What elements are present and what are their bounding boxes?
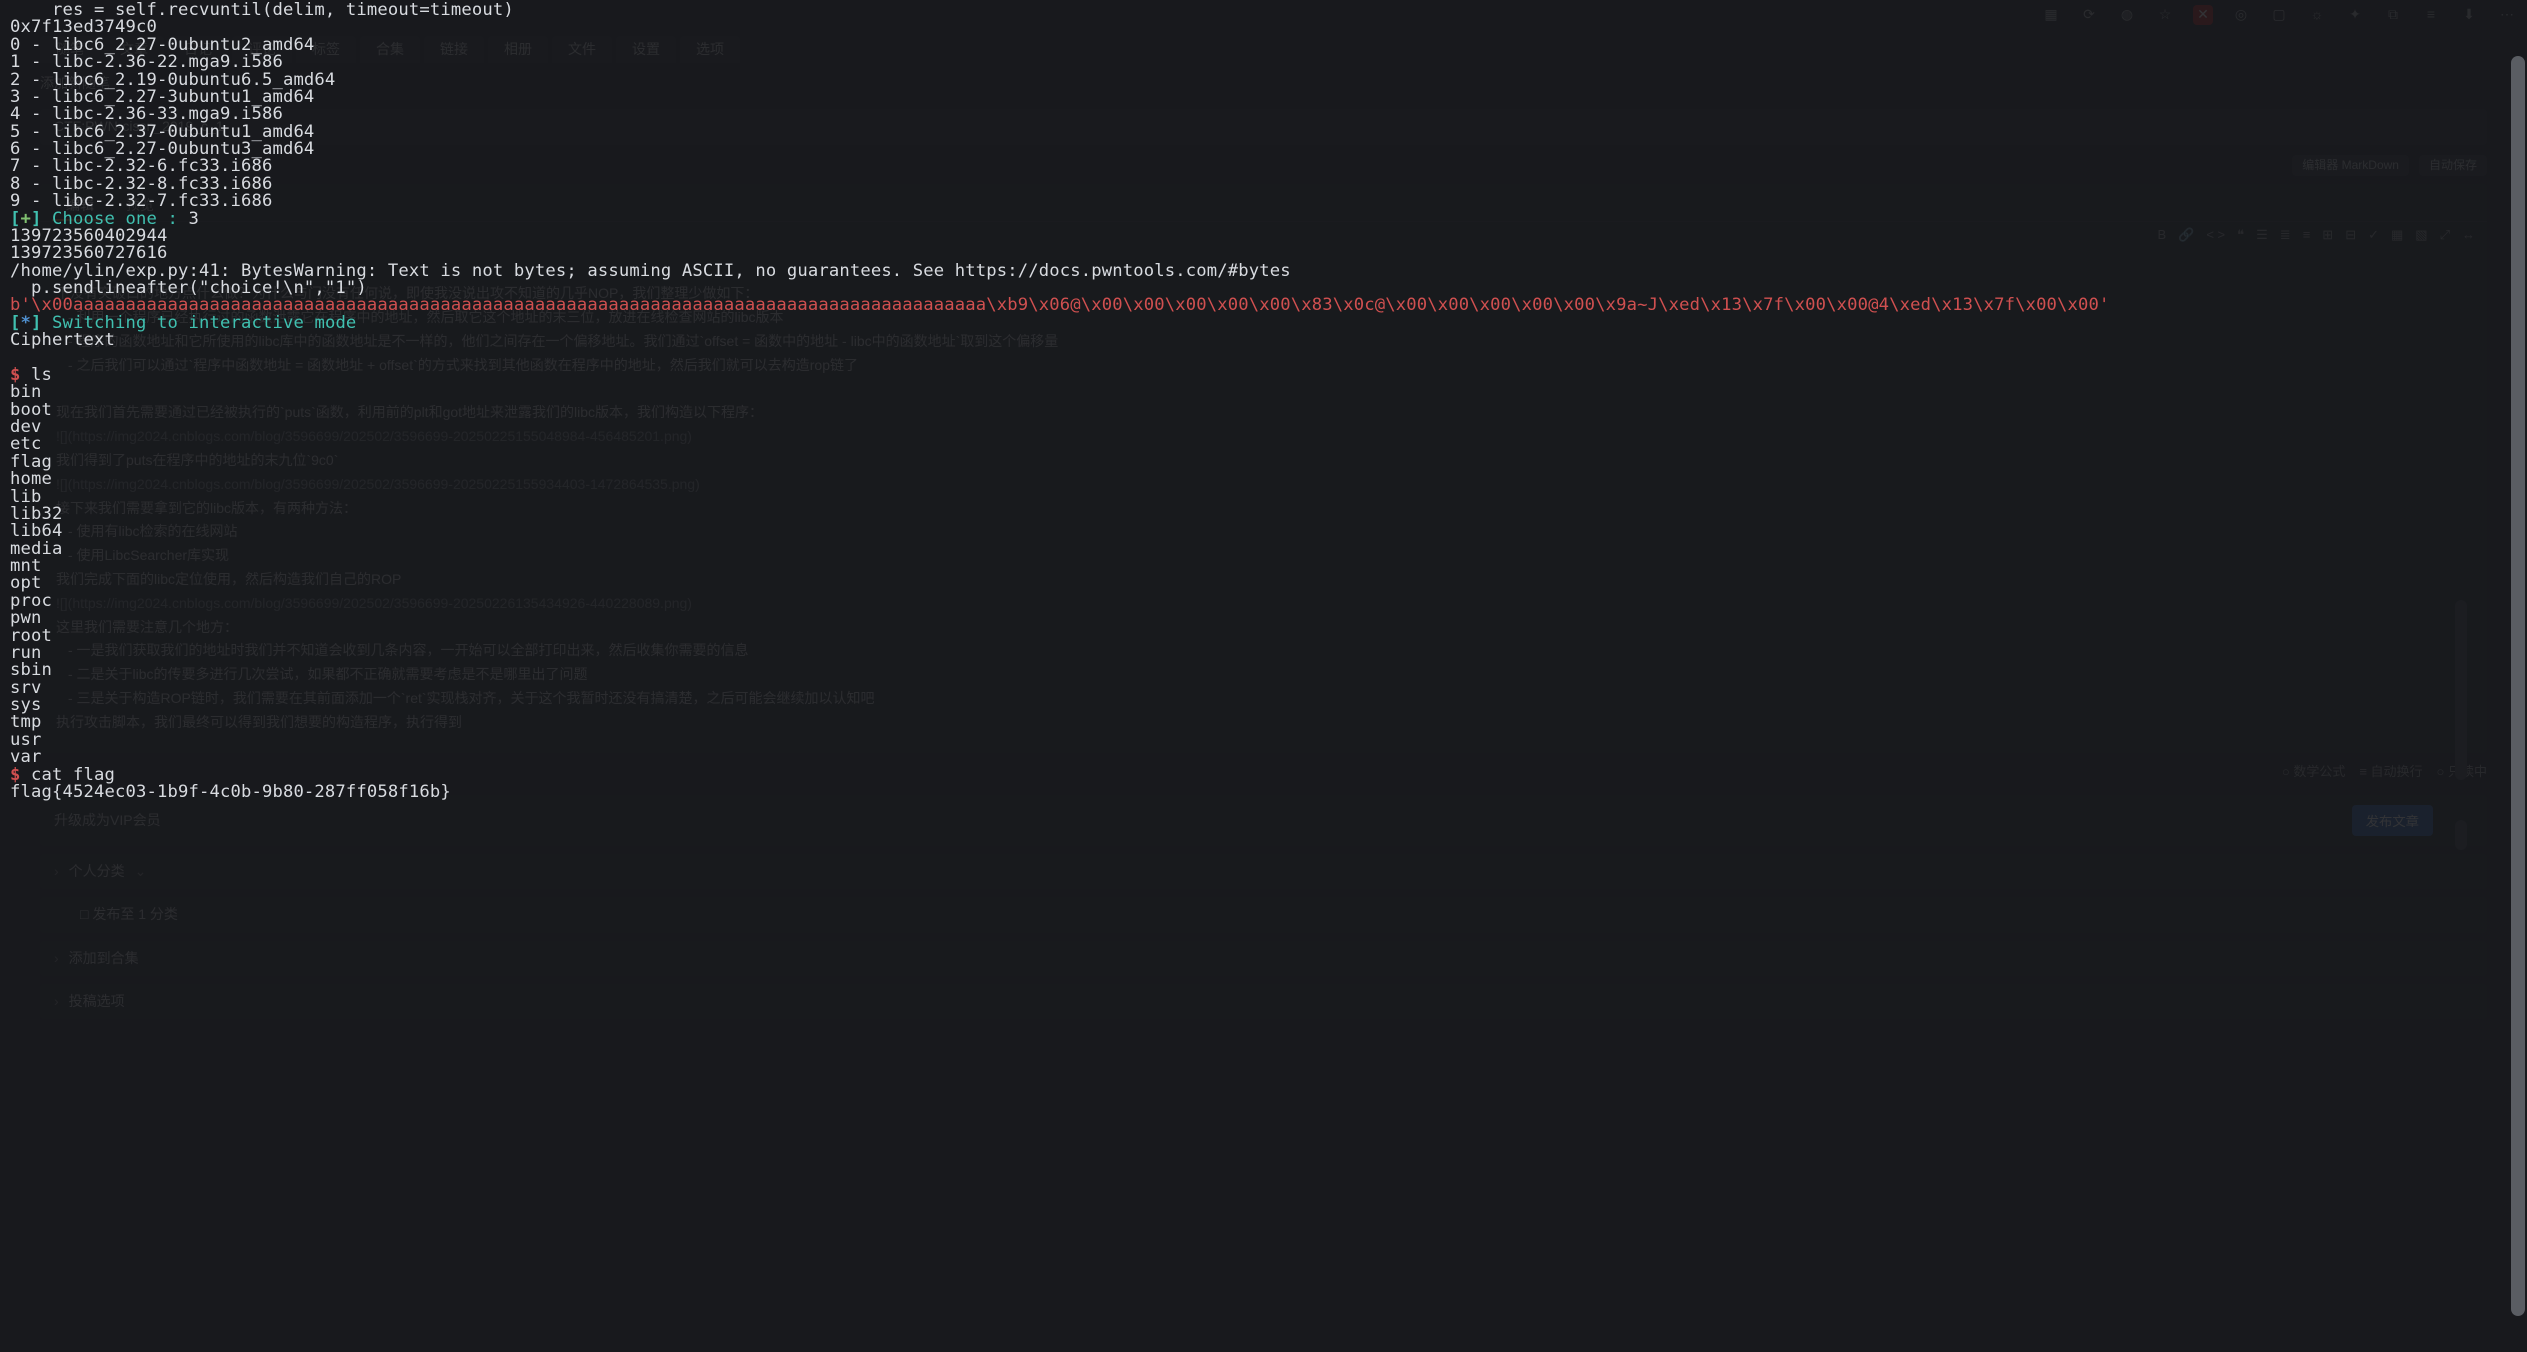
terminal-line: 2 - libc6_2.19-0ubuntu6.5_amd64 (10, 72, 2517, 89)
terminal-line: sys (10, 697, 2517, 714)
terminal-line: /home/ylin/exp.py:41: BytesWarning: Text… (10, 263, 2517, 280)
terminal-line: 0 - libc6_2.27-0ubuntu2_amd64 (10, 37, 2517, 54)
terminal-line: 139723560402944 (10, 228, 2517, 245)
terminal-line: lib (10, 489, 2517, 506)
terminal-line: sbin (10, 662, 2517, 679)
terminal-line: Ciphertext (10, 332, 2517, 349)
terminal-line: run (10, 645, 2517, 662)
terminal-line: 1 - libc-2.36-22.mga9.i586 (10, 54, 2517, 71)
terminal-line: usr (10, 732, 2517, 749)
terminal-line (10, 350, 2517, 367)
terminal-scroll-thumb[interactable] (2511, 56, 2525, 1316)
terminal-line: 7 - libc-2.32-6.fc33.i686 (10, 158, 2517, 175)
terminal-scrollbar[interactable] (2509, 30, 2525, 1342)
terminal-line: 0x7f13ed3749c0 (10, 19, 2517, 36)
terminal-line: media (10, 541, 2517, 558)
terminal-line: var (10, 749, 2517, 766)
terminal-line: [*] Switching to interactive mode (10, 315, 2517, 332)
terminal-line: root (10, 628, 2517, 645)
terminal-line: pwn (10, 610, 2517, 627)
terminal-line: etc (10, 436, 2517, 453)
terminal-line: boot (10, 402, 2517, 419)
terminal-line: res = self.recvuntil(delim, timeout=time… (10, 2, 2517, 19)
terminal-line: dev (10, 419, 2517, 436)
terminal-line: mnt (10, 558, 2517, 575)
terminal-line: 5 - libc6_2.37-0ubuntu1_amd64 (10, 124, 2517, 141)
terminal-line: flag (10, 454, 2517, 471)
terminal-line: [+] Choose one : 3 (10, 211, 2517, 228)
terminal-line: lib32 (10, 506, 2517, 523)
terminal-line: proc (10, 593, 2517, 610)
terminal-overlay[interactable]: res = self.recvuntil(delim, timeout=time… (0, 0, 2527, 1352)
terminal-line: bin (10, 384, 2517, 401)
terminal-line: 4 - libc-2.36-33.mga9.i586 (10, 106, 2517, 123)
terminal-line: b'\x00aaaaaaaaaaaaaaaaaaaaaaaaaaaaaaaaaa… (10, 297, 2517, 314)
terminal-line: $ ls (10, 367, 2517, 384)
terminal-line: lib64 (10, 523, 2517, 540)
terminal-line: 8 - libc-2.32-8.fc33.i686 (10, 176, 2517, 193)
terminal-line: srv (10, 680, 2517, 697)
terminal-line: flag{4524ec03-1b9f-4c0b-9b80-287ff058f16… (10, 784, 2517, 801)
terminal-line: opt (10, 575, 2517, 592)
terminal-line: 9 - libc-2.32-7.fc33.i686 (10, 193, 2517, 210)
terminal-line: tmp (10, 714, 2517, 731)
terminal-line: home (10, 471, 2517, 488)
terminal-line: 6 - libc6_2.27-0ubuntu3_amd64 (10, 141, 2517, 158)
terminal-line: 3 - libc6_2.27-3ubuntu1_amd64 (10, 89, 2517, 106)
